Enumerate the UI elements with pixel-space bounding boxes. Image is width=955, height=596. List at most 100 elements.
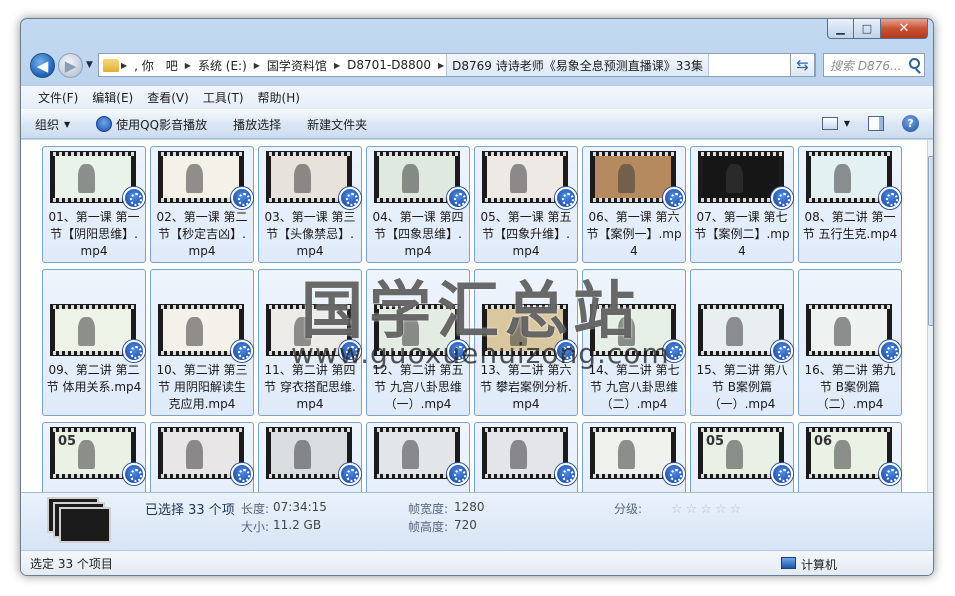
thumbnail-frame xyxy=(487,309,563,351)
file-item[interactable]: 07、第一课 第七节【案例二】.mp4 xyxy=(690,146,794,263)
thumbnail-frame xyxy=(163,309,239,351)
new-folder-button[interactable]: 新建文件夹 xyxy=(307,116,367,133)
thumbnail-frame: 06 xyxy=(811,432,887,474)
thumbnail-frame xyxy=(271,156,347,198)
file-item[interactable]: 06 xyxy=(798,422,902,492)
thumbnail-figure xyxy=(617,163,635,193)
qq-player-badge-icon xyxy=(339,463,361,485)
play-with-qq-label: 使用QQ影音播放 xyxy=(116,117,208,132)
breadcrumb-item[interactable]: 国学资料馆 xyxy=(262,54,332,76)
thumbnail-frame xyxy=(163,156,239,198)
maximize-button[interactable]: □ xyxy=(854,19,881,39)
file-item[interactable]: 05、第一课 第五节【四象升维】.mp4 xyxy=(474,146,578,263)
file-item[interactable]: 02、第一课 第二节【秒定吉凶】.mp4 xyxy=(150,146,254,263)
selection-stack-thumbnail xyxy=(47,497,113,545)
menu-help[interactable]: 帮助(H) xyxy=(251,89,307,106)
close-button[interactable]: ✕ xyxy=(881,19,928,39)
thumbnail-frame xyxy=(379,156,455,198)
forward-button[interactable]: ▶ xyxy=(58,53,83,78)
breadcrumb-item[interactable]: 系统 (E:) xyxy=(193,54,252,76)
qq-player-badge-icon xyxy=(771,340,793,362)
file-item[interactable]: 15、第二讲 第八节 B案例篇（一）.mp4 xyxy=(690,269,794,416)
rating-stars[interactable]: ☆☆☆☆☆ xyxy=(671,502,744,517)
thumbnail-frame: 05 xyxy=(55,432,131,474)
address-bar[interactable]: ▶ , 你 吧 ▶ 系统 (E:) ▶ 国学资料馆 ▶ D8701-D8800 … xyxy=(98,53,816,77)
thumbnail-figure xyxy=(401,316,419,346)
file-item[interactable]: 05 xyxy=(42,422,146,492)
thumbnail-frame xyxy=(271,432,347,474)
preview-pane-icon[interactable] xyxy=(868,116,884,131)
thumbnail-figure xyxy=(293,316,311,346)
qq-player-badge-icon xyxy=(231,340,253,362)
play-selection-button[interactable]: 播放选择 xyxy=(233,116,281,133)
breadcrumb-arrow-icon[interactable]: ▶ xyxy=(436,61,446,70)
chevron-down-icon: ▼ xyxy=(64,119,71,129)
qq-player-badge-icon xyxy=(879,187,901,209)
file-item[interactable]: 01、第一课 第一节【阴阳思维】.mp4 xyxy=(42,146,146,263)
play-with-qq-button[interactable]: 使用QQ影音播放 xyxy=(96,116,207,133)
breadcrumb-arrow-icon[interactable]: ▶ xyxy=(183,61,193,70)
computer-icon xyxy=(781,557,796,569)
file-name: 07、第一课 第七节【案例二】.mp4 xyxy=(694,210,790,258)
file-item[interactable] xyxy=(150,422,254,492)
file-item[interactable] xyxy=(258,422,362,492)
breadcrumb-arrow-icon[interactable]: ▶ xyxy=(332,61,342,70)
refresh-button[interactable]: ⇆ xyxy=(790,53,815,77)
scrollbar-thumb[interactable] xyxy=(928,156,933,326)
change-view-icon[interactable] xyxy=(821,117,838,130)
file-item[interactable]: 08、第二讲 第一节 五行生克.mp4 xyxy=(798,146,902,263)
back-button[interactable]: ◀ xyxy=(30,53,55,78)
vertical-scrollbar[interactable] xyxy=(927,140,933,492)
qq-player-badge-icon xyxy=(663,463,685,485)
breadcrumb-item[interactable]: , 你 吧 xyxy=(129,54,183,76)
file-item[interactable] xyxy=(366,422,470,492)
menu-view[interactable]: 查看(V) xyxy=(140,89,196,106)
file-list[interactable]: 01、第一课 第一节【阴阳思维】.mp4 02、第一课 第二节【秒定吉凶】.mp4… xyxy=(21,140,927,492)
menu-edit[interactable]: 编辑(E) xyxy=(85,89,140,106)
thumbnail-figure xyxy=(509,316,527,346)
thumbnail-figure xyxy=(77,439,95,469)
file-item[interactable]: 12、第二讲 第五节 九宫八卦思维（一）.mp4 xyxy=(366,269,470,416)
thumbnail-frame: 05 xyxy=(703,432,779,474)
file-item[interactable]: 04、第一课 第四节【四象思维】.mp4 xyxy=(366,146,470,263)
search-input[interactable]: 搜索 D876... xyxy=(823,53,925,77)
qq-player-badge-icon xyxy=(123,340,145,362)
file-item[interactable]: 16、第二讲 第九节 B案例篇（二）.mp4 xyxy=(798,269,902,416)
breadcrumb-item[interactable]: D8701-D8800 xyxy=(342,54,436,76)
file-item[interactable]: 06、第一课 第六节【案例一】.mp4 xyxy=(582,146,686,263)
qq-player-badge-icon xyxy=(771,463,793,485)
file-item[interactable]: 03、第一课 第三节【头像禁忌】.mp4 xyxy=(258,146,362,263)
recent-pages-dropdown-icon[interactable]: ▼ xyxy=(86,60,93,70)
organize-button[interactable]: 组织 ▼ xyxy=(35,116,70,133)
qq-player-badge-icon xyxy=(555,187,577,209)
breadcrumb-current[interactable]: D8769 诗诗老师《易象全息预测直播课》33集 xyxy=(446,54,710,76)
navigation-bar: ◀ ▶ ▼ ▶ , 你 吧 ▶ 系统 (E:) ▶ 国学资料馆 ▶ D8701-… xyxy=(21,51,933,81)
file-item[interactable]: 09、第二讲 第二节 体用关系.mp4 xyxy=(42,269,146,416)
file-name: 14、第二讲 第七节 九宫八卦思维（二）.mp4 xyxy=(588,363,680,411)
file-grid: 01、第一课 第一节【阴阳思维】.mp4 02、第一课 第二节【秒定吉凶】.mp4… xyxy=(42,146,902,492)
thumbnail-frame xyxy=(487,156,563,198)
file-item[interactable]: 11、第二讲 第四节 穿衣搭配思维.mp4 xyxy=(258,269,362,416)
file-name: 16、第二讲 第九节 B案例篇（二）.mp4 xyxy=(804,363,896,411)
minimize-button[interactable]: ▁ xyxy=(827,19,854,39)
search-placeholder: 搜索 D876... xyxy=(830,58,902,73)
thumbnail-number: 06 xyxy=(814,434,833,449)
breadcrumb-arrow-icon[interactable]: ▶ xyxy=(119,61,129,70)
file-item[interactable]: 10、第二讲 第三节 用阴阳解读生克应用.mp4 xyxy=(150,269,254,416)
menu-tools[interactable]: 工具(T) xyxy=(196,89,251,106)
menu-file[interactable]: 文件(F) xyxy=(31,89,85,106)
view-options-dropdown-icon[interactable]: ▼ xyxy=(844,119,850,128)
file-item[interactable]: 05 xyxy=(690,422,794,492)
thumbnail-number: 05 xyxy=(58,434,77,449)
file-item[interactable]: 14、第二讲 第七节 九宫八卦思维（二）.mp4 xyxy=(582,269,686,416)
file-item[interactable] xyxy=(582,422,686,492)
details-pane: 已选择 33 个项 长度: 07:34:15 大小: 11.2 GB 帧宽度: … xyxy=(21,492,933,550)
status-selection: 选定 33 个项目 xyxy=(30,557,113,571)
file-item[interactable] xyxy=(474,422,578,492)
help-icon[interactable]: ? xyxy=(902,115,919,132)
breadcrumb-arrow-icon[interactable]: ▶ xyxy=(252,61,262,70)
qq-player-badge-icon xyxy=(123,463,145,485)
search-icon[interactable] xyxy=(909,58,920,69)
file-item[interactable]: 13、第二讲 第六节 攀岩案例分析.mp4 xyxy=(474,269,578,416)
length-value: 07:34:15 xyxy=(273,500,327,514)
